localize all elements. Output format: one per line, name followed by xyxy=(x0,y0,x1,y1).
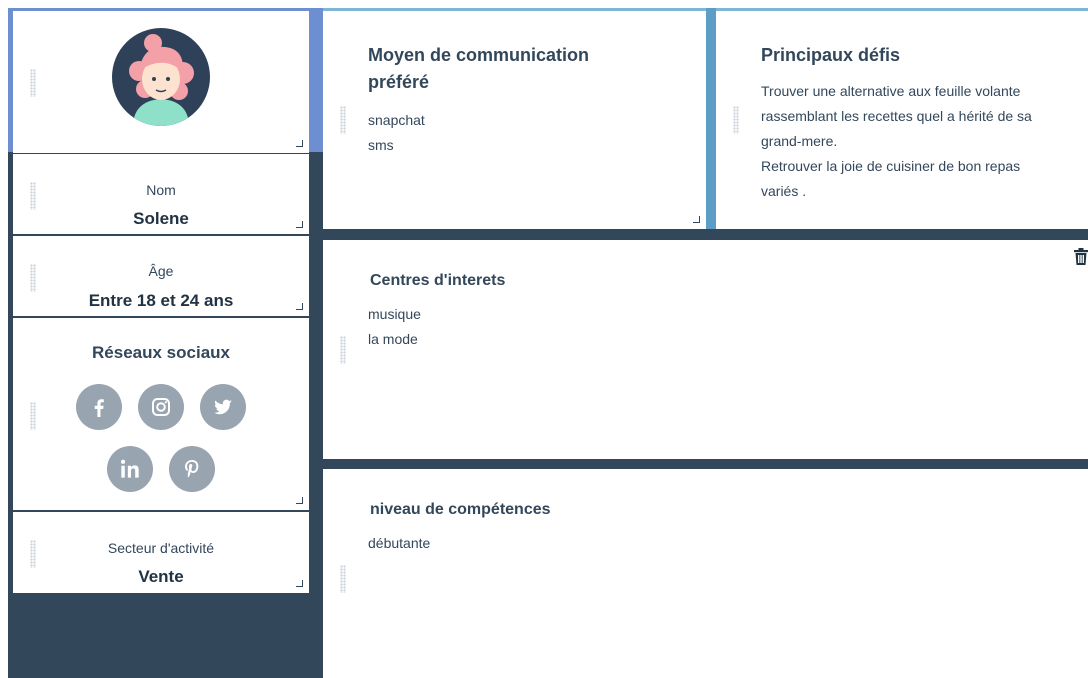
skills-card[interactable]: niveau de compétences débutante xyxy=(323,469,1088,678)
card-divider-vertical xyxy=(706,8,716,240)
card-divider-horizontal-2 xyxy=(323,459,1088,469)
resize-handle[interactable] xyxy=(296,303,303,310)
social-networks-title: Réseaux sociaux xyxy=(92,343,230,362)
communication-item: sms xyxy=(368,137,394,153)
age-card[interactable]: Âge Entre 18 et 24 ans xyxy=(13,236,309,316)
pinterest-icon[interactable] xyxy=(169,446,215,492)
age-label: Âge xyxy=(148,263,174,279)
skills-value: débutante xyxy=(368,535,431,551)
instagram-icon[interactable] xyxy=(138,384,184,430)
resize-handle[interactable] xyxy=(296,140,303,147)
challenges-card[interactable]: Principaux défis Trouver une alternative… xyxy=(716,11,1088,229)
communication-title: Moyen de communication préféré xyxy=(368,45,590,92)
trash-icon[interactable] xyxy=(1074,248,1088,266)
name-label: Nom xyxy=(146,182,176,198)
twitter-icon[interactable] xyxy=(200,384,246,430)
linkedin-icon[interactable] xyxy=(107,446,153,492)
sector-value: Vente xyxy=(138,567,184,586)
sector-card[interactable]: Secteur d'activité Vente xyxy=(13,512,309,593)
challenges-text: Trouver une alternative aux feuille vola… xyxy=(761,83,1032,149)
facebook-icon[interactable] xyxy=(76,384,122,430)
card-divider-horizontal xyxy=(323,229,1088,240)
name-card[interactable]: Nom Solene xyxy=(13,154,309,234)
name-value: Solene xyxy=(133,209,189,228)
communication-item: snapchat xyxy=(368,112,425,128)
resize-handle[interactable] xyxy=(296,580,303,587)
resize-handle[interactable] xyxy=(296,497,303,504)
avatar-card[interactable] xyxy=(13,11,309,153)
interests-title: Centres d'interets xyxy=(370,272,506,289)
interests-card[interactable]: Centres d'interets musique la mode xyxy=(323,240,1088,459)
interests-item: la mode xyxy=(368,331,418,347)
sector-label: Secteur d'activité xyxy=(107,540,215,556)
resize-handle[interactable] xyxy=(693,216,700,223)
drag-handle[interactable] xyxy=(340,106,346,134)
social-networks-card[interactable]: Réseaux sociaux xyxy=(13,318,309,510)
challenges-text: Retrouver la joie de cuisiner de bon rep… xyxy=(761,158,1021,199)
drag-handle[interactable] xyxy=(30,69,36,97)
drag-handle[interactable] xyxy=(30,402,36,430)
challenges-title: Principaux défis xyxy=(761,45,901,65)
drag-handle[interactable] xyxy=(340,565,346,593)
age-value: Entre 18 et 24 ans xyxy=(88,291,234,310)
communication-card[interactable]: Moyen de communication préféré snapchat … xyxy=(323,11,706,229)
resize-handle[interactable] xyxy=(296,221,303,228)
skills-title: niveau de compétences xyxy=(370,501,551,518)
drag-handle[interactable] xyxy=(733,106,739,134)
interests-item: musique xyxy=(368,306,421,322)
drag-handle[interactable] xyxy=(340,336,346,364)
avatar xyxy=(111,27,211,127)
